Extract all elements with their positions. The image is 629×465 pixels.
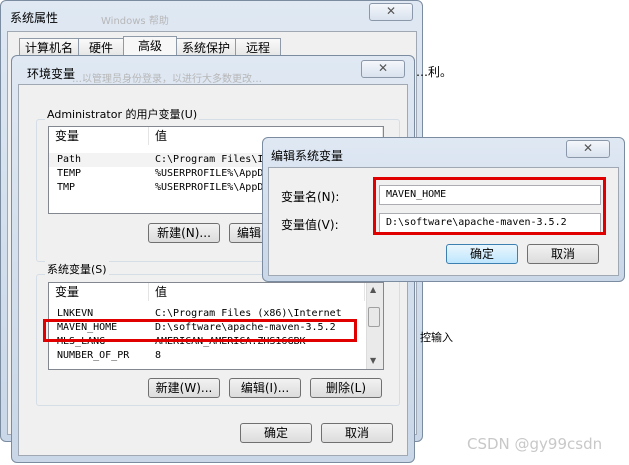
maven-row-highlight — [43, 319, 357, 342]
close-icon: ✕ — [582, 141, 594, 155]
column-header-variable[interactable]: 变量 — [49, 283, 149, 301]
faint-header-text: …以管理员身份登录，以进行大多数更改… — [72, 74, 262, 85]
system-properties-title: 系统属性 — [10, 11, 59, 25]
variable-value: %USERPROFILE%\AppD — [155, 168, 264, 179]
variable-value: C:\Program Files\I — [155, 154, 264, 165]
column-header-value[interactable]: 值 — [149, 283, 365, 301]
system-delete-button[interactable]: 删除(L) — [310, 378, 382, 398]
scroll-up-icon[interactable]: ▲ — [370, 285, 376, 294]
scrollbar-thumb[interactable] — [368, 307, 380, 327]
fields-highlight — [373, 177, 606, 235]
variable-name: NUMBER_OF_PR — [57, 350, 130, 361]
user-variables-label: Administrator 的用户变量(U) — [45, 106, 200, 122]
close-icon: ✕ — [377, 61, 389, 75]
system-edit-button[interactable]: 编辑(I)... — [229, 378, 301, 398]
variable-name-label: 变量名(N): — [281, 190, 340, 204]
watermark: CSDN @gy99csdn — [467, 435, 603, 453]
variable-name: Path — [57, 154, 82, 165]
system-variables-label: 系统变量(S) — [45, 261, 109, 277]
environment-cancel-button[interactable]: 取消 — [321, 423, 393, 443]
column-header-variable[interactable]: 变量 — [49, 127, 149, 145]
edit-system-variable-close-button[interactable]: ✕ — [566, 140, 610, 158]
edit-cancel-button[interactable]: 取消 — [527, 244, 599, 264]
environment-ok-button[interactable]: 确定 — [240, 423, 312, 443]
background-help-heading: Windows 帮助 — [101, 16, 169, 27]
variable-value-label: 变量值(V): — [281, 218, 339, 232]
variable-value: 8 — [155, 350, 162, 361]
system-variables-scrollbar[interactable]: ▲ ▼ — [366, 283, 383, 369]
variable-name: TEMP — [57, 168, 82, 179]
background-text-line-2: 控输入 — [420, 331, 453, 344]
scroll-down-icon[interactable]: ▼ — [370, 356, 376, 365]
close-icon: ✕ — [385, 4, 397, 18]
environment-variables-title: 环境变量 — [27, 67, 76, 81]
environment-variables-close-button[interactable]: ✕ — [361, 60, 405, 78]
variable-value: %USERPROFILE%\AppD — [155, 182, 264, 193]
edit-ok-button[interactable]: 确定 — [446, 244, 518, 264]
system-new-button[interactable]: 新建(W)... — [148, 378, 220, 398]
variable-name: TMP — [57, 182, 76, 193]
table-row[interactable]: NUMBER_OF_PR 8 — [49, 349, 383, 363]
user-new-button[interactable]: 新建(N)... — [148, 223, 220, 243]
system-properties-close-button[interactable]: ✕ — [369, 3, 413, 21]
edit-system-variable-title: 编辑系统变量 — [271, 149, 344, 163]
background-text-line: …利。 — [416, 65, 453, 79]
